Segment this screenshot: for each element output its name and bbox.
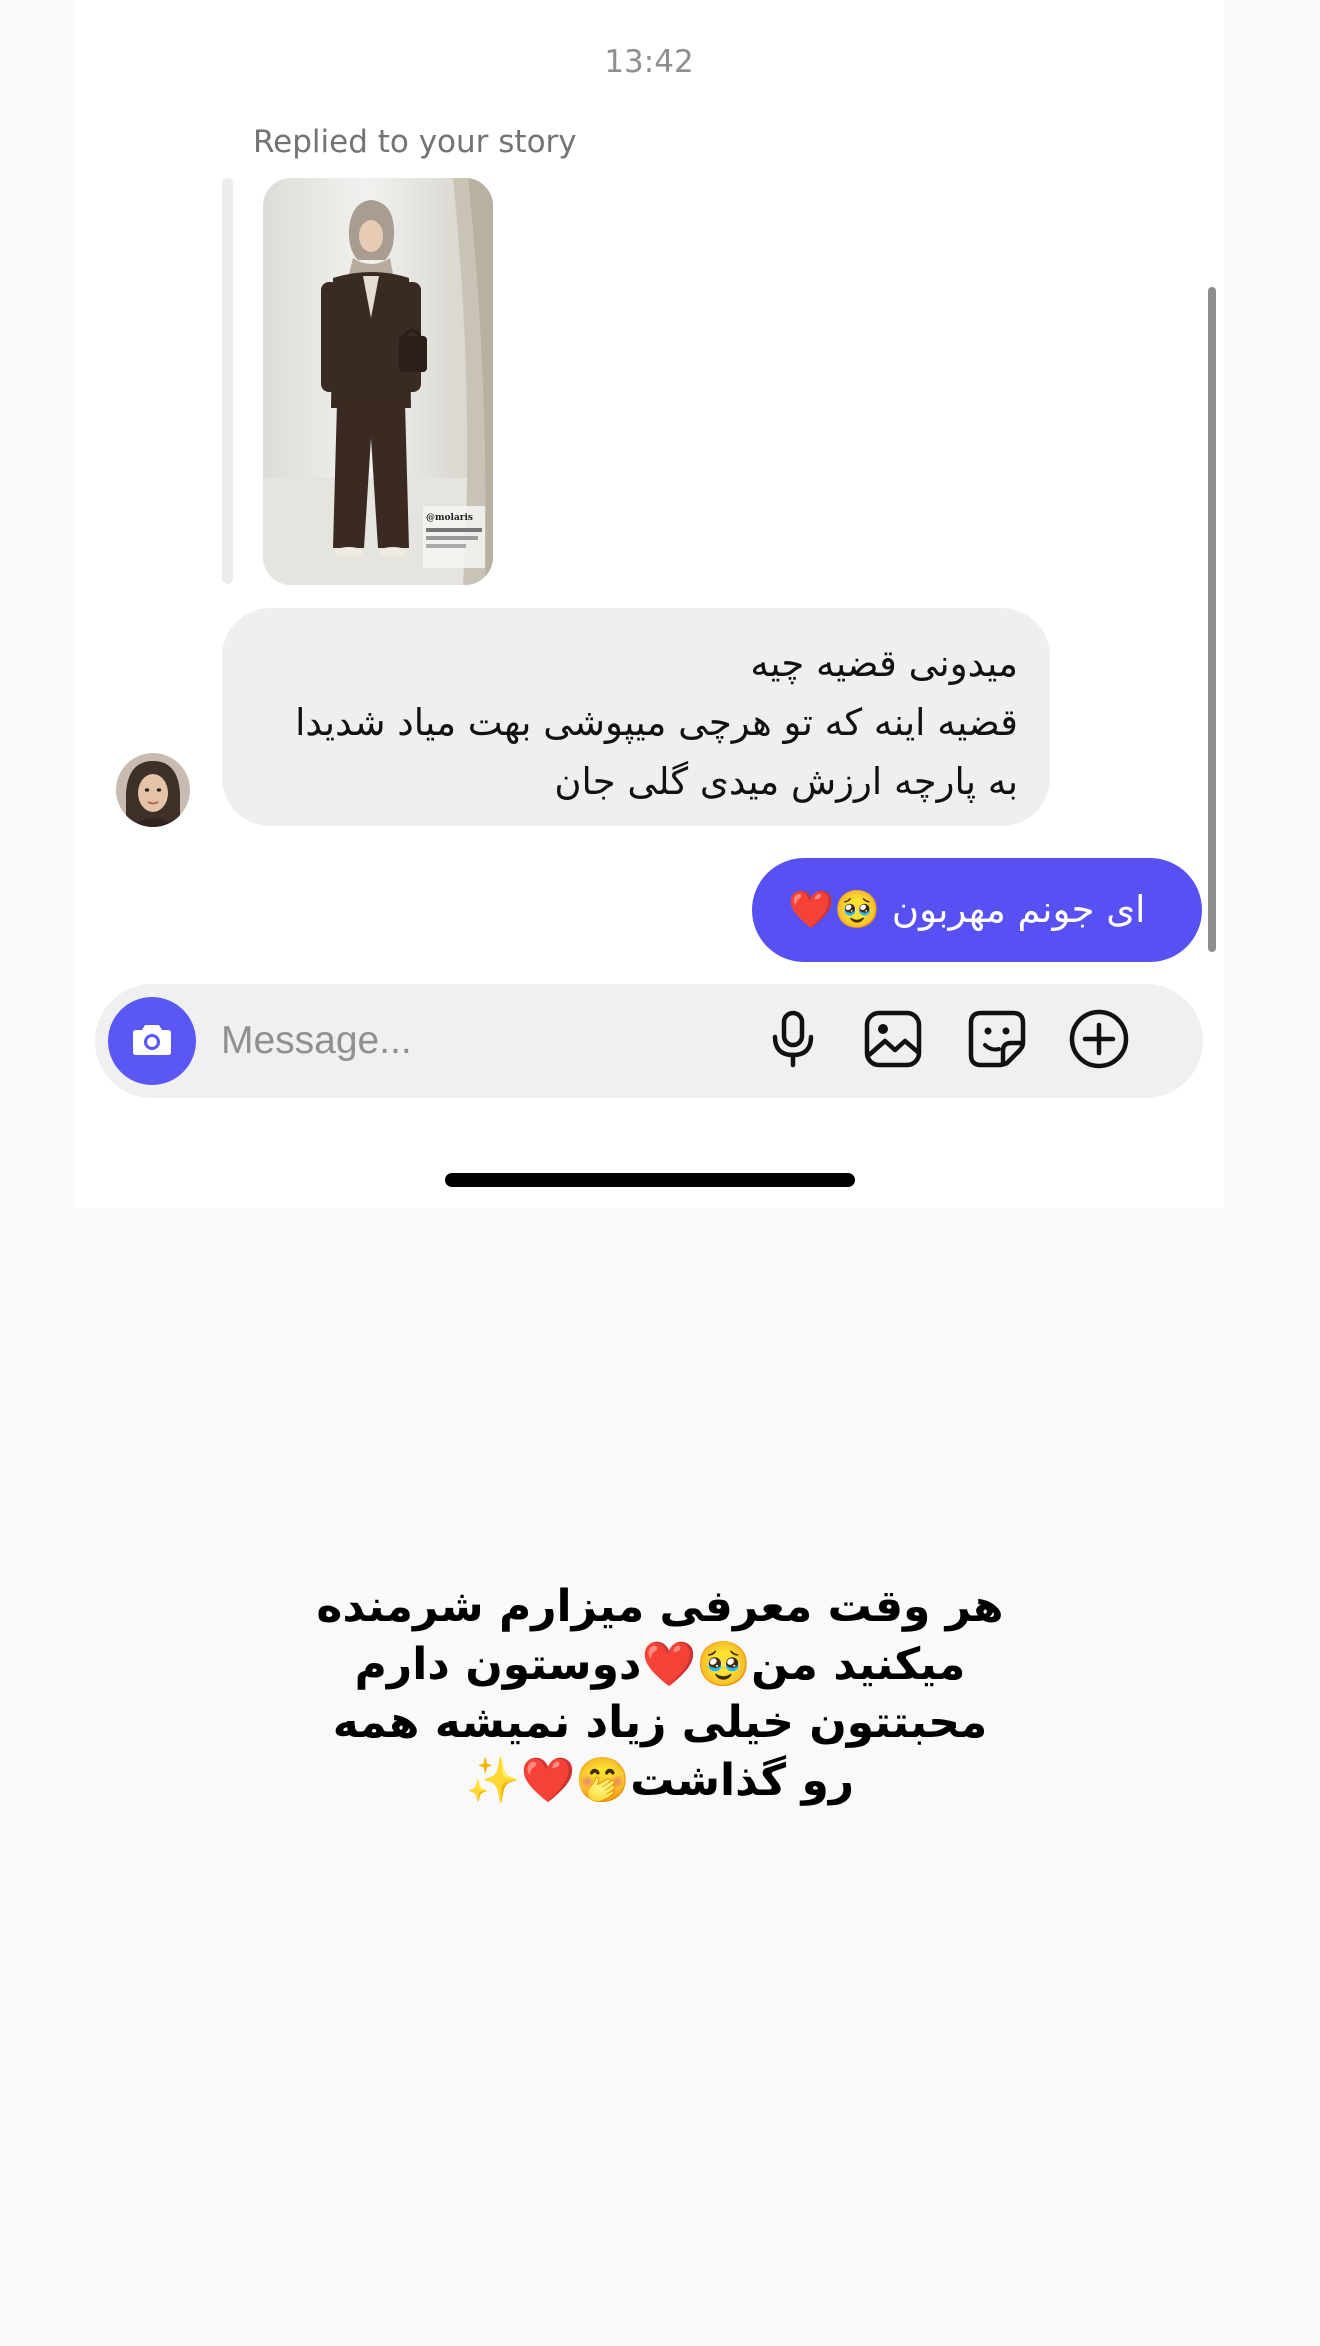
- incoming-message-line: قضیه اینه که تو هرچی میپوشی بهت میاد شدی…: [295, 701, 1018, 744]
- incoming-message-bubble[interactable]: میدونی قضیه چیه قضیه اینه که تو هرچی میپ…: [222, 608, 1050, 826]
- outgoing-message-text: ای جونم مهربون 🥹❤️: [788, 888, 1146, 931]
- caption-line: محبتتون خیلی زیاد نمیشه همه: [332, 1697, 988, 1748]
- home-indicator[interactable]: [445, 1173, 855, 1187]
- caption-line: میکنید من🥹❤️دوستون دارم: [354, 1639, 966, 1690]
- scrollbar[interactable]: [1208, 287, 1216, 952]
- plus-circle-icon: [1068, 1008, 1130, 1074]
- story-caption: هر وقت معرفی میزارم شرمنده میکنید من🥹❤️د…: [160, 1578, 1160, 1810]
- sticker-button[interactable]: [965, 1009, 1029, 1073]
- gallery-icon: [863, 1009, 923, 1073]
- message-composer: [95, 984, 1203, 1098]
- story-preview-image[interactable]: @molaris: [263, 178, 493, 585]
- caption-line: رو گذاشت🤭❤️✨: [465, 1755, 855, 1806]
- gallery-button[interactable]: [861, 1009, 925, 1073]
- message-input[interactable]: [221, 1012, 621, 1070]
- sender-avatar[interactable]: [116, 753, 190, 827]
- camera-icon: [127, 1014, 177, 1068]
- story-reply-label: Replied to your story: [253, 124, 577, 160]
- sticker-icon: [967, 1009, 1027, 1073]
- microphone-icon: [765, 1009, 821, 1073]
- camera-button[interactable]: [108, 997, 196, 1085]
- incoming-message-line: به پارچه ارزش میدی گلی جان: [554, 760, 1018, 803]
- story-watermark: @molaris: [426, 513, 473, 523]
- more-options-button[interactable]: [1067, 1009, 1131, 1073]
- message-timestamp: 13:42: [604, 44, 694, 80]
- chat-screenshot: 13:42 Replied to your story @molaris مید…: [74, 0, 1224, 1208]
- microphone-button[interactable]: [761, 1009, 825, 1073]
- caption-line: هر وقت معرفی میزارم شرمنده: [316, 1581, 1004, 1632]
- outgoing-message-bubble[interactable]: ای جونم مهربون 🥹❤️: [752, 858, 1202, 962]
- reply-indicator-bar: [222, 178, 233, 584]
- incoming-message-line: میدونی قضیه چیه: [750, 642, 1018, 685]
